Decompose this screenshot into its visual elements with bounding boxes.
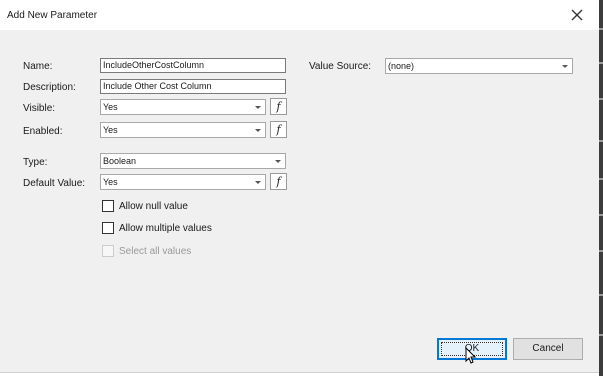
chevron-down-icon — [562, 65, 568, 68]
value-source-value: (none) — [388, 61, 415, 71]
function-icon: f — [276, 123, 281, 136]
function-icon: f — [276, 100, 281, 113]
edge-mark — [599, 250, 603, 252]
default-value-select[interactable]: Yes — [100, 174, 266, 190]
edge-mark — [599, 178, 603, 180]
edge-mark — [599, 62, 603, 64]
edge-mark — [599, 294, 603, 296]
value-source-select[interactable]: (none) — [385, 58, 573, 74]
visible-label: Visible: — [23, 103, 56, 114]
chevron-down-icon — [255, 106, 261, 109]
background-window-edge — [599, 0, 603, 376]
chevron-down-icon — [275, 160, 281, 163]
edge-mark — [599, 98, 603, 100]
visible-select[interactable]: Yes — [100, 99, 266, 115]
default-value-label: Default Value: — [23, 178, 86, 189]
value-source-label: Value Source: — [309, 61, 372, 72]
visible-value: Yes — [103, 102, 118, 112]
enabled-value: Yes — [103, 125, 118, 135]
edge-mark — [599, 28, 603, 30]
type-select[interactable]: Boolean — [100, 153, 286, 169]
allow-null-checkbox[interactable] — [102, 200, 114, 212]
select-all-checkbox[interactable] — [102, 245, 114, 257]
enabled-label: Enabled: — [23, 126, 63, 137]
title-bar: Add New Parameter — [0, 0, 599, 30]
close-button[interactable] — [566, 5, 588, 25]
edge-mark — [599, 214, 603, 216]
type-label: Type: — [23, 157, 48, 168]
cancel-label: Cancel — [532, 343, 564, 354]
description-input[interactable]: Include Other Cost Column — [100, 79, 286, 94]
description-label: Description: — [23, 82, 76, 93]
function-icon: f — [276, 175, 281, 188]
dialog-title: Add New Parameter — [7, 10, 98, 21]
add-parameter-dialog: Add New Parameter Name: IncludeOtherCost… — [0, 0, 600, 373]
select-all-label: Select all values — [119, 246, 192, 257]
enabled-expression-button[interactable]: f — [270, 121, 287, 138]
name-label: Name: — [23, 61, 53, 72]
default-value-expression-button[interactable]: f — [270, 173, 287, 190]
chevron-down-icon — [255, 181, 261, 184]
allow-multiple-label[interactable]: Allow multiple values — [119, 223, 212, 234]
type-value: Boolean — [103, 156, 137, 166]
enabled-select[interactable]: Yes — [100, 122, 266, 138]
allow-null-label[interactable]: Allow null value — [119, 201, 188, 212]
mouse-pointer-icon — [465, 347, 477, 364]
name-input[interactable]: IncludeOtherCostColumn — [100, 58, 286, 73]
edge-mark — [599, 334, 603, 336]
chevron-down-icon — [255, 129, 261, 132]
close-icon — [571, 9, 583, 21]
visible-expression-button[interactable]: f — [270, 98, 287, 115]
edge-mark — [599, 140, 603, 142]
allow-multiple-checkbox[interactable] — [102, 222, 114, 234]
default-value-value: Yes — [103, 177, 118, 187]
cancel-button[interactable]: Cancel — [513, 338, 583, 360]
